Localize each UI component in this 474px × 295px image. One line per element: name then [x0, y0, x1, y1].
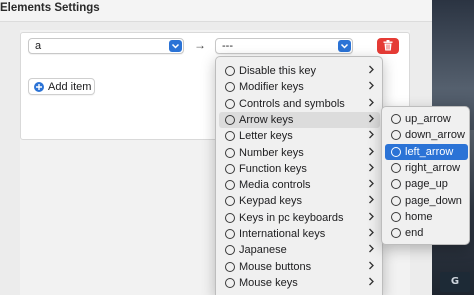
chevron-right-icon: [368, 260, 375, 274]
key-menu-item-label: up_arrow: [405, 113, 451, 125]
category-menu-item-label: Function keys: [239, 162, 307, 175]
category-menu-item-label: International keys: [239, 228, 326, 240]
key-menu-item[interactable]: end: [385, 225, 468, 241]
key-menu-item-label: page_down: [405, 194, 462, 207]
to-key-value: ---: [222, 40, 233, 52]
key-menu-item-label: down_arrow: [405, 129, 465, 142]
radio-circle-icon: [225, 212, 235, 223]
add-item-button[interactable]: Add item: [28, 78, 95, 95]
category-menu-item[interactable]: Disable this key: [219, 63, 380, 79]
category-menu-item[interactable]: Controls and symbols: [219, 96, 380, 112]
radio-circle-icon: [225, 163, 235, 174]
chevron-right-icon: [368, 178, 375, 192]
category-menu-item-label: Number keys: [239, 146, 304, 159]
category-menu-item-label: Arrow keys: [239, 113, 294, 126]
category-menu-item-label: Japanese: [239, 244, 287, 257]
category-menu-item[interactable]: Keypad keys: [219, 193, 380, 209]
chevron-right-icon: [368, 64, 375, 78]
category-menu-item-label: Mouse keys: [239, 276, 298, 289]
radio-circle-icon: [225, 196, 235, 207]
radio-circle-icon: [225, 66, 235, 76]
radio-circle-icon: [391, 228, 401, 239]
radio-circle-icon: [225, 277, 235, 288]
chevron-right-icon: [368, 80, 375, 94]
from-key-value: a: [35, 40, 42, 52]
category-menu: Disable this key Modifier keys Controls an…: [215, 56, 383, 295]
watermark-logo: G: [440, 272, 470, 292]
radio-circle-icon: [225, 98, 235, 109]
category-menu-item-label: Disable this key: [239, 65, 317, 77]
category-menu-item[interactable]: Function keys: [219, 161, 380, 177]
radio-circle-icon: [225, 82, 235, 93]
trash-icon: [383, 40, 393, 51]
chevron-right-icon: [368, 211, 375, 225]
category-menu-item[interactable]: Mouse buttons: [219, 259, 380, 275]
category-menu-item[interactable]: Modifier keys: [219, 79, 380, 95]
radio-circle-icon: [225, 229, 235, 239]
radio-circle-icon: [391, 130, 401, 141]
radio-circle-icon: [391, 114, 401, 124]
category-menu-item-label: Mouse buttons: [239, 260, 312, 273]
key-menu-item[interactable]: page_down: [385, 193, 468, 209]
radio-circle-icon: [225, 261, 235, 272]
delete-button[interactable]: [377, 38, 399, 54]
window-title: Elements Settings: [0, 2, 100, 14]
radio-circle-icon: [391, 162, 401, 173]
category-menu-item[interactable]: Keys in pc keyboards: [219, 210, 380, 226]
key-menu-item-label: end: [405, 227, 424, 240]
plus-circle-icon: [34, 82, 44, 92]
radio-circle-icon: [225, 114, 235, 125]
key-menu-item[interactable]: right_arrow: [385, 160, 468, 176]
radio-circle-icon: [391, 146, 401, 157]
title-bar: Elements Settings: [0, 0, 432, 22]
category-menu-item[interactable]: Letter keys: [219, 128, 380, 144]
category-menu-item[interactable]: Arrow keys: [219, 111, 380, 128]
category-menu-item-label: Controls and symbols: [239, 97, 345, 110]
chevron-right-icon: [368, 227, 375, 241]
to-key-select[interactable]: ---: [215, 38, 353, 54]
chevron-up-down-icon: [338, 40, 351, 52]
category-menu-item[interactable]: Media controls: [219, 177, 380, 193]
key-menu-item[interactable]: down_arrow: [385, 127, 468, 143]
radio-circle-icon: [225, 180, 235, 191]
category-menu-item-label: Modifier keys: [239, 81, 304, 94]
chevron-right-icon: [368, 162, 375, 176]
chevron-right-icon: [368, 129, 375, 143]
category-menu-item-label: Keys in pc keyboards: [239, 211, 344, 224]
radio-circle-icon: [225, 131, 235, 142]
chevron-right-icon: [368, 194, 375, 208]
from-key-select[interactable]: a: [28, 38, 184, 54]
chevron-right-icon: [368, 276, 375, 290]
key-menu-item[interactable]: left_arrow: [385, 143, 468, 160]
radio-circle-icon: [391, 195, 401, 206]
category-menu-item[interactable]: Number keys: [219, 145, 380, 161]
category-menu-item-label: Keypad keys: [239, 195, 302, 208]
radio-circle-icon: [391, 211, 401, 222]
key-submenu: up_arrow down_arrow left_arrow right_arrowp…: [381, 106, 470, 245]
category-menu-item[interactable]: Mouse keys: [219, 275, 380, 291]
chevron-right-icon: [368, 243, 375, 257]
key-menu-item-label: home: [405, 210, 433, 223]
radio-circle-icon: [225, 147, 235, 158]
key-menu-item[interactable]: home: [385, 209, 468, 225]
chevron-right-icon: [368, 113, 375, 127]
radio-circle-icon: [225, 245, 235, 256]
chevron-right-icon: [368, 97, 375, 111]
category-menu-item[interactable]: Japanese: [219, 242, 380, 258]
key-menu-item-label: right_arrow: [405, 161, 461, 174]
key-menu-item[interactable]: up_arrow: [385, 111, 468, 127]
category-menu-item[interactable]: International keys: [219, 226, 380, 242]
radio-circle-icon: [391, 179, 401, 190]
key-menu-item-label: page_up: [405, 178, 448, 191]
add-item-label: Add item: [48, 81, 92, 93]
key-menu-item[interactable]: page_up: [385, 176, 468, 192]
chevron-up-down-icon: [169, 40, 182, 52]
arrow-right-icon: →: [194, 38, 206, 52]
chevron-right-icon: [368, 146, 375, 160]
key-menu-item-label: left_arrow: [405, 145, 454, 158]
category-menu-item-label: Media controls: [239, 179, 311, 192]
category-menu-item-label: Letter keys: [239, 130, 293, 143]
